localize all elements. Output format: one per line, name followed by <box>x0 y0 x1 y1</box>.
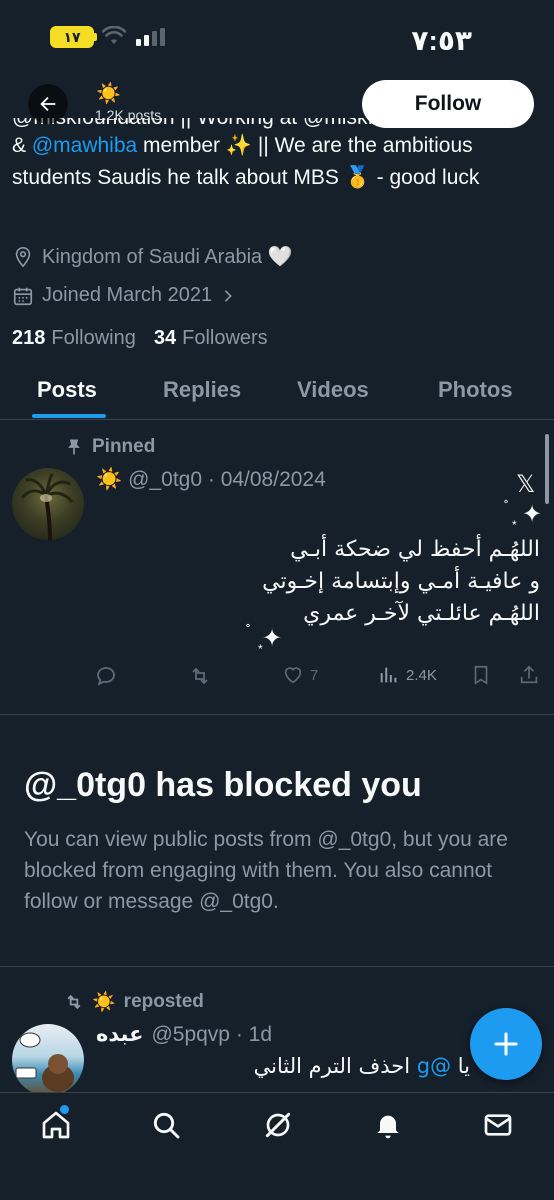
views-button[interactable]: 2.4K <box>378 664 437 686</box>
battery-icon: ١٧ <box>50 26 97 48</box>
sparkle-decoration: ✦ <box>262 625 283 652</box>
like-button[interactable]: 7 <box>282 664 318 686</box>
compose-post-button[interactable] <box>470 1008 542 1080</box>
followers-count[interactable]: 34 Followers <box>154 327 268 350</box>
back-button[interactable] <box>28 84 68 124</box>
nav-grok[interactable] <box>262 1109 294 1141</box>
reposter-emoji: ☀️ <box>92 992 116 1013</box>
grok-icon <box>265 1112 291 1138</box>
x-logo-icon: 𝕏 <box>516 471 536 498</box>
repost-button[interactable] <box>188 664 212 688</box>
home-notification-dot <box>60 1105 69 1114</box>
repost-icon <box>192 667 208 685</box>
author-name[interactable]: عبده <box>96 1022 143 1046</box>
sparkle-decoration: ✦ <box>522 501 543 528</box>
battery-level: ١٧ <box>63 29 81 45</box>
location-row: Kingdom of Saudi Arabia 🤍 <box>12 244 293 269</box>
repost-icon <box>67 994 81 1010</box>
follow-button[interactable]: Follow <box>362 80 534 128</box>
profile-tabs: Posts Replies Videos Photos <box>0 362 554 420</box>
share-button[interactable] <box>518 664 540 686</box>
cartoon-avatar-image <box>15 1032 74 1092</box>
reposted-label: reposted <box>123 991 204 1012</box>
nav-search[interactable] <box>150 1109 182 1141</box>
blocked-description: You can view public posts from @_0tg0, b… <box>24 828 508 913</box>
follow-counts: 218 Following 34 Followers <box>12 327 268 350</box>
bottom-navigation <box>0 1092 554 1200</box>
post-text-line3: اللهُـم عائلـتي لآخـر عمري <box>303 601 540 626</box>
sparkle-decoration: * <box>512 518 517 532</box>
bookmark-button[interactable] <box>470 664 492 686</box>
mail-icon <box>484 1114 512 1136</box>
post-text-line1: اللهُـم أحفظ لي ضحكة أبـي <box>290 537 540 562</box>
view-count: 2.4K <box>406 666 437 684</box>
post-mention-link[interactable]: @g <box>417 1054 451 1078</box>
share-icon <box>520 665 538 684</box>
pin-icon <box>68 439 80 455</box>
arrow-left-icon <box>40 96 56 112</box>
pinned-post-header: ☀️ @_0tg0 · 04/08/2024 <box>96 468 326 492</box>
plus-icon <box>494 1032 518 1056</box>
divider <box>0 714 554 715</box>
chevron-right-icon <box>224 289 232 302</box>
palm-tree-image <box>20 473 74 540</box>
pinned-label: Pinned <box>92 436 156 457</box>
reply-icon <box>97 667 115 686</box>
post-text-line2: و عافيـة أمـي وإبتسامة إخـوتي <box>262 569 540 594</box>
sun-emoji: ☀️ <box>96 83 121 105</box>
status-time: ٧:٥٣ <box>411 25 472 56</box>
reply-button[interactable] <box>94 664 118 688</box>
like-count: 7 <box>310 666 319 684</box>
tab-posts[interactable]: Posts <box>37 377 97 403</box>
joined-text: Joined March 2021 <box>42 284 213 306</box>
active-tab-indicator <box>32 414 106 418</box>
repost-label-row: ☀️ reposted <box>64 990 204 1014</box>
tab-photos[interactable]: Photos <box>438 377 513 403</box>
pinned-label-row: Pinned <box>64 436 155 458</box>
wifi-icon <box>102 26 126 44</box>
post-actions: 7 2.4K <box>0 664 554 694</box>
tab-videos[interactable]: Videos <box>297 377 369 403</box>
views-chart-icon <box>380 667 397 683</box>
location-text: Kingdom of Saudi Arabia 🤍 <box>42 246 293 268</box>
repost-header: عبده @5pqvp · 1d <box>96 1022 272 1047</box>
heart-icon <box>284 667 302 684</box>
profile-bio: & @mawhiba member ✨ || We are the ambiti… <box>12 134 480 189</box>
handle-time[interactable]: @5pqvp · 1d <box>151 1023 272 1047</box>
divider <box>0 966 554 967</box>
nav-home[interactable] <box>40 1109 72 1141</box>
bell-icon <box>377 1115 399 1139</box>
following-count[interactable]: 218 Following <box>12 327 136 350</box>
joined-row[interactable]: Joined March 2021 <box>12 284 236 307</box>
tab-replies[interactable]: Replies <box>163 377 241 403</box>
sparkle-decoration: ˚ <box>246 622 251 638</box>
bio-mention-link[interactable]: @mawhiba <box>32 134 137 157</box>
sparkle-decoration: * <box>258 642 263 656</box>
search-icon <box>153 1112 180 1139</box>
nav-notifications[interactable] <box>372 1109 404 1141</box>
sparkle-decoration: ˚ <box>504 498 509 514</box>
nav-messages[interactable] <box>482 1109 514 1141</box>
repost-text: يا @g احذف الترم الثاني <box>253 1054 470 1078</box>
signal-icon <box>136 28 165 46</box>
author-emoji: ☀️ <box>96 468 123 491</box>
home-icon <box>42 1111 70 1139</box>
handle-date[interactable]: @_0tg0 · 04/08/2024 <box>128 468 326 492</box>
status-bar: ١٧ ٧:٥٣ <box>0 0 554 78</box>
calendar-icon <box>13 287 33 305</box>
posts-count: 1.2K posts <box>95 107 162 123</box>
avatar[interactable] <box>12 468 84 540</box>
scrollbar[interactable] <box>545 434 549 504</box>
bookmark-icon <box>474 665 488 685</box>
location-pin-icon <box>15 246 31 267</box>
avatar[interactable] <box>12 1024 84 1096</box>
blocked-title: @_0tg0 has blocked you <box>24 766 422 804</box>
